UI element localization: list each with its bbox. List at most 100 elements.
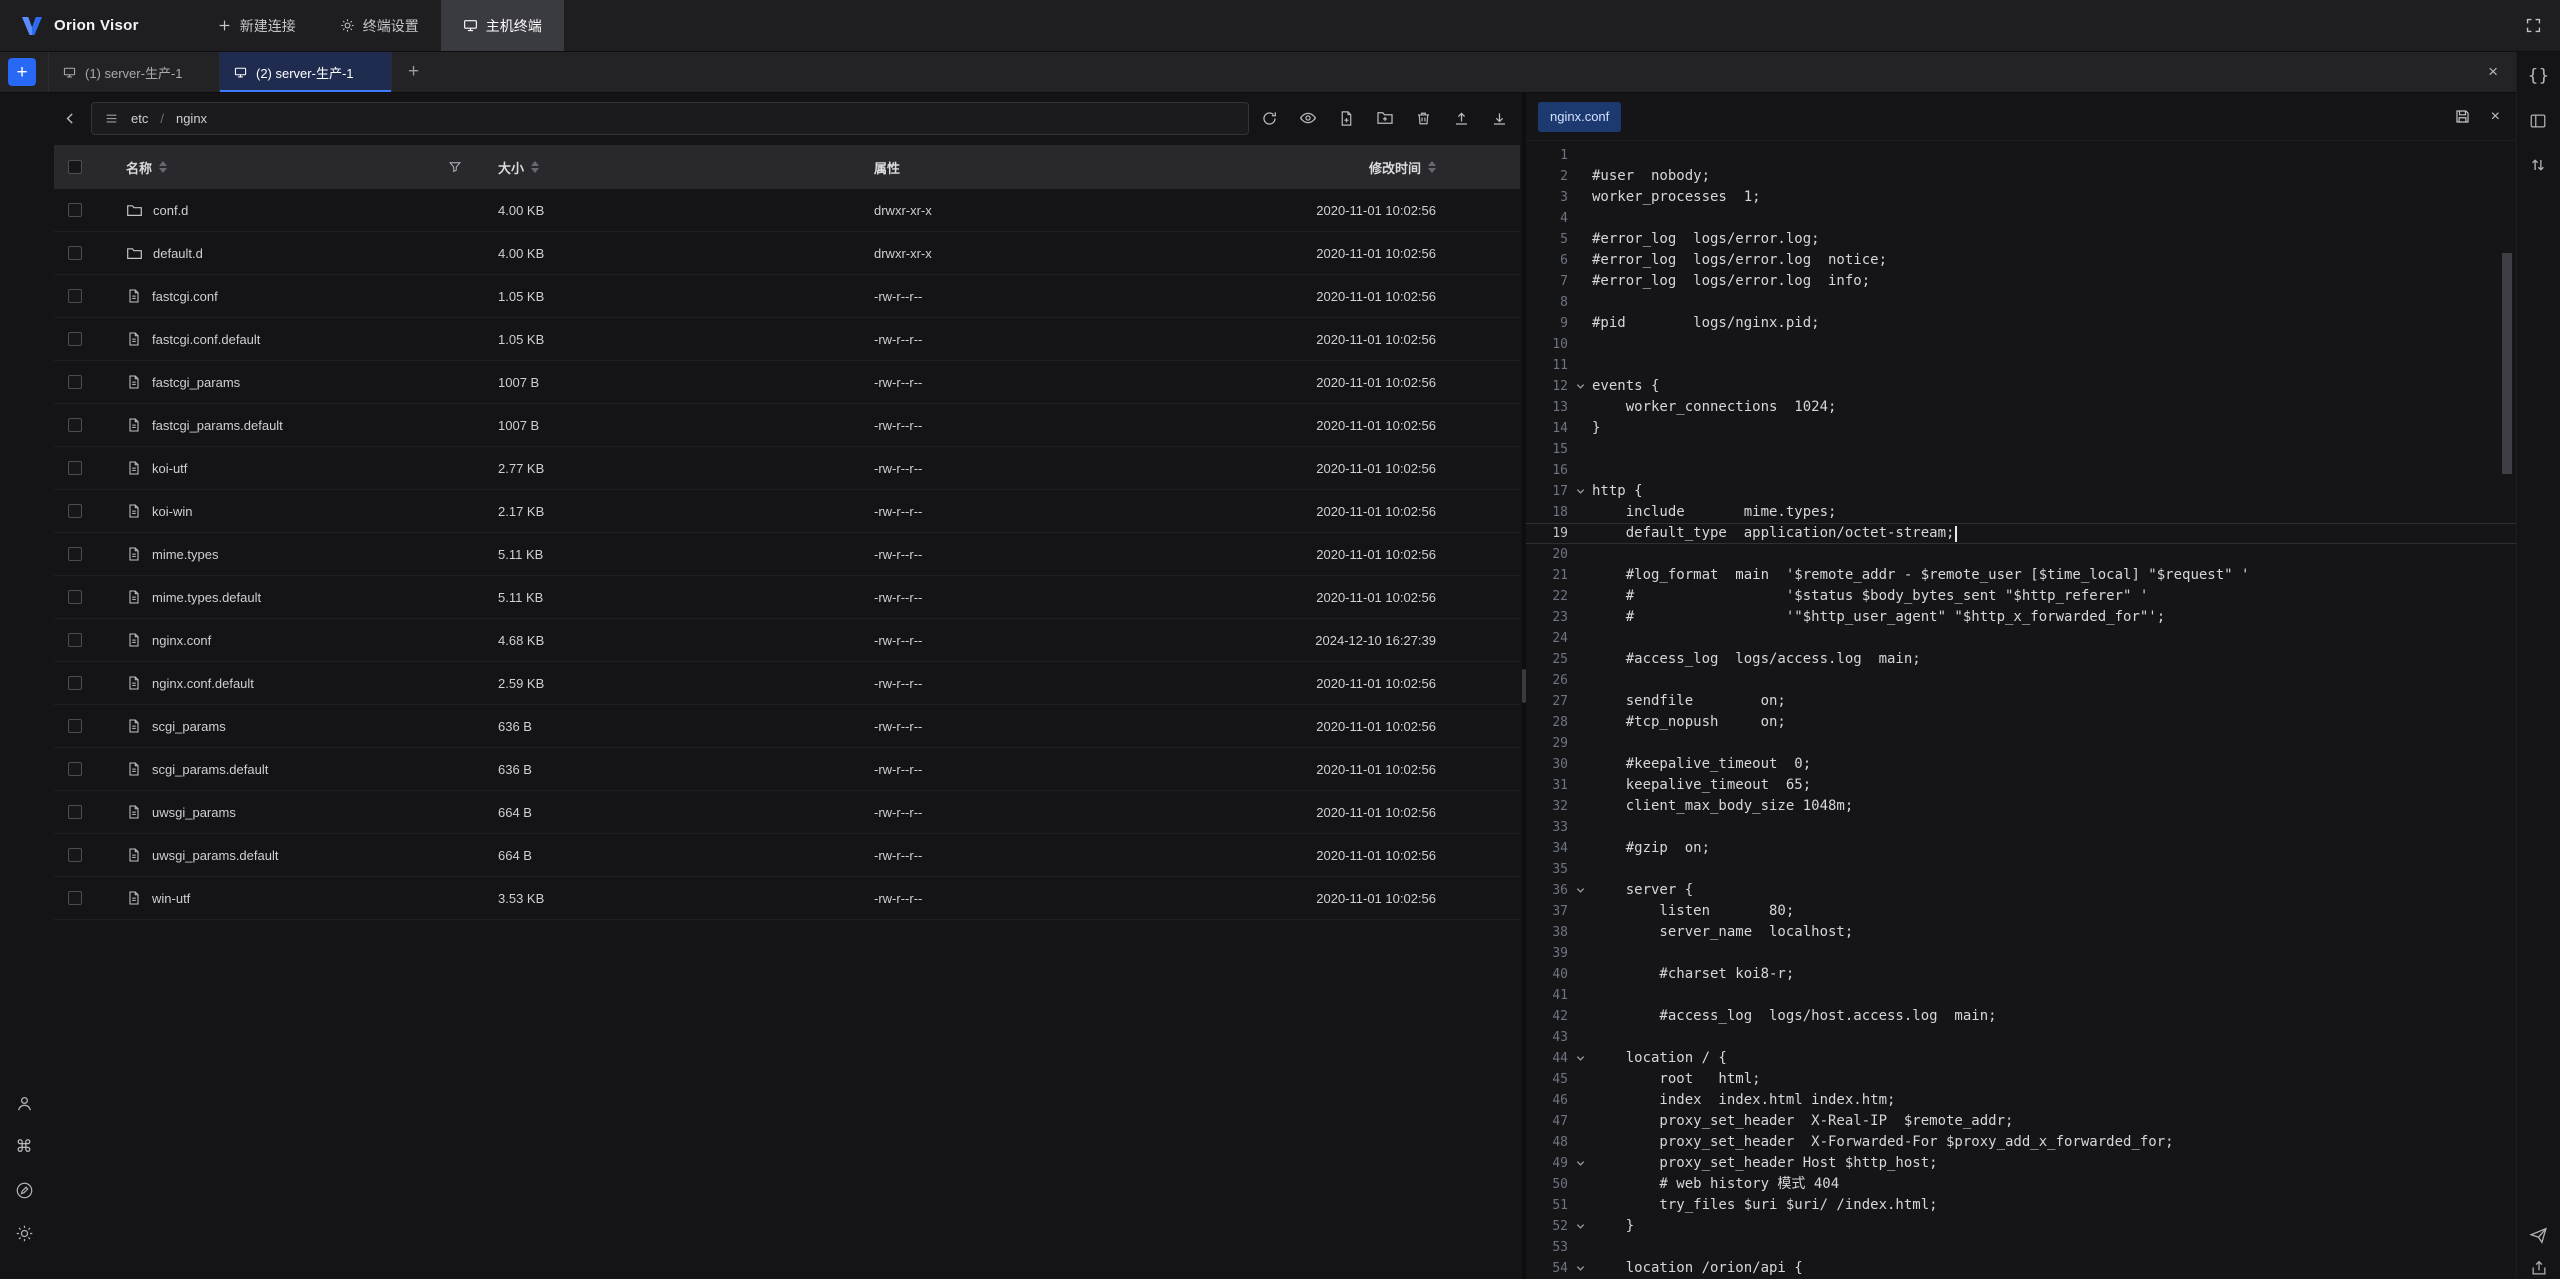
code-line-40[interactable]: 40 #charset koi8-r; bbox=[1526, 964, 2516, 985]
row-checkbox[interactable] bbox=[68, 547, 82, 561]
code-line-16[interactable]: 16 bbox=[1526, 460, 2516, 481]
file-row[interactable]: mime.types5.11 KB-rw-r--r--2020-11-01 10… bbox=[54, 533, 1520, 576]
file-name[interactable]: win-utf bbox=[152, 891, 190, 906]
file-name-cell[interactable]: scgi_params.default bbox=[96, 761, 488, 777]
code-line-7[interactable]: 7#error_log logs/error.log info; bbox=[1526, 271, 2516, 292]
code-line-30[interactable]: 30 #keepalive_timeout 0; bbox=[1526, 754, 2516, 775]
file-row[interactable]: scgi_params636 B-rw-r--r--2020-11-01 10:… bbox=[54, 705, 1520, 748]
code-line-51[interactable]: 51 try_files $uri $uri/ /index.html; bbox=[1526, 1195, 2516, 1216]
code-line-25[interactable]: 25 #access_log logs/access.log main; bbox=[1526, 649, 2516, 670]
breadcrumb-segment-etc[interactable]: etc bbox=[131, 111, 148, 126]
code-line-21[interactable]: 21 #log_format main '$remote_addr - $rem… bbox=[1526, 565, 2516, 586]
row-checkbox[interactable] bbox=[68, 375, 82, 389]
sort-icon[interactable] bbox=[159, 161, 167, 173]
file-name-cell[interactable]: conf.d bbox=[96, 202, 488, 219]
file-name[interactable]: fastcgi.conf bbox=[152, 289, 218, 304]
nav-item-terminal-settings[interactable]: 终端设置 bbox=[318, 0, 441, 51]
file-name[interactable]: scgi_params bbox=[152, 719, 226, 734]
code-line-43[interactable]: 43 bbox=[1526, 1027, 2516, 1048]
code-line-50[interactable]: 50 # web history 模式 404 bbox=[1526, 1174, 2516, 1195]
code-line-48[interactable]: 48 proxy_set_header X-Forwarded-For $pro… bbox=[1526, 1132, 2516, 1153]
code-line-52[interactable]: 52 } bbox=[1526, 1216, 2516, 1237]
code-line-41[interactable]: 41 bbox=[1526, 985, 2516, 1006]
file-name[interactable]: nginx.conf.default bbox=[152, 676, 254, 691]
transfer-list-button[interactable] bbox=[2529, 156, 2547, 174]
code-line-27[interactable]: 27 sendfile on; bbox=[1526, 691, 2516, 712]
file-name-cell[interactable]: fastcgi_params.default bbox=[96, 417, 488, 433]
file-row[interactable]: uwsgi_params664 B-rw-r--r--2020-11-01 10… bbox=[54, 791, 1520, 834]
nav-item-new-connection[interactable]: 新建连接 bbox=[195, 0, 318, 51]
code-line-33[interactable]: 33 bbox=[1526, 817, 2516, 838]
file-row[interactable]: fastcgi_params1007 B-rw-r--r--2020-11-01… bbox=[54, 361, 1520, 404]
code-line-1[interactable]: 1 bbox=[1526, 145, 2516, 166]
refresh-button[interactable] bbox=[1261, 110, 1278, 127]
file-name-cell[interactable]: uwsgi_params.default bbox=[96, 847, 488, 863]
row-checkbox[interactable] bbox=[68, 203, 82, 217]
file-row[interactable]: uwsgi_params.default664 B-rw-r--r--2020-… bbox=[54, 834, 1520, 877]
user-profile-button[interactable] bbox=[15, 1094, 34, 1113]
snippets-button[interactable]: {} bbox=[2528, 66, 2550, 86]
code-line-46[interactable]: 46 index index.html index.htm; bbox=[1526, 1090, 2516, 1111]
code-line-34[interactable]: 34 #gzip on; bbox=[1526, 838, 2516, 859]
path-breadcrumb[interactable]: etc / nginx bbox=[91, 102, 1249, 135]
upload-button[interactable] bbox=[1453, 110, 1470, 127]
sort-icon[interactable] bbox=[531, 161, 539, 173]
row-checkbox[interactable] bbox=[68, 762, 82, 776]
code-line-44[interactable]: 44 location / { bbox=[1526, 1048, 2516, 1069]
code-line-20[interactable]: 20 bbox=[1526, 544, 2516, 565]
code-line-5[interactable]: 5#error_log logs/error.log; bbox=[1526, 229, 2516, 250]
file-name[interactable]: default.d bbox=[153, 246, 203, 261]
row-checkbox[interactable] bbox=[68, 633, 82, 647]
back-button[interactable] bbox=[62, 110, 79, 127]
file-name-cell[interactable]: win-utf bbox=[96, 890, 488, 906]
column-header-size[interactable]: 大小 bbox=[488, 158, 864, 177]
breadcrumb-segment-nginx[interactable]: nginx bbox=[176, 111, 207, 126]
select-all-checkbox[interactable] bbox=[68, 160, 82, 174]
file-name[interactable]: fastcgi_params bbox=[152, 375, 240, 390]
row-checkbox[interactable] bbox=[68, 461, 82, 475]
fold-chevron-icon[interactable] bbox=[1568, 1053, 1592, 1064]
show-hidden-button[interactable] bbox=[1299, 109, 1317, 127]
download-button[interactable] bbox=[1491, 110, 1508, 127]
code-line-3[interactable]: 3worker_processes 1; bbox=[1526, 187, 2516, 208]
terminal-tab-1[interactable]: (1) server-生产-1 bbox=[48, 52, 220, 92]
code-line-38[interactable]: 38 server_name localhost; bbox=[1526, 922, 2516, 943]
export-button[interactable] bbox=[2530, 1259, 2548, 1277]
code-line-54[interactable]: 54 location /orion/api { bbox=[1526, 1258, 2516, 1279]
file-name[interactable]: mime.types bbox=[152, 547, 218, 562]
code-line-35[interactable]: 35 bbox=[1526, 859, 2516, 880]
column-header-name[interactable]: 名称 bbox=[96, 158, 488, 177]
row-checkbox[interactable] bbox=[68, 891, 82, 905]
row-checkbox[interactable] bbox=[68, 848, 82, 862]
file-row[interactable]: fastcgi.conf.default1.05 KB-rw-r--r--202… bbox=[54, 318, 1520, 361]
new-terminal-button[interactable]: + bbox=[8, 58, 36, 86]
delete-button[interactable] bbox=[1415, 110, 1432, 127]
code-line-10[interactable]: 10 bbox=[1526, 334, 2516, 355]
row-checkbox[interactable] bbox=[68, 504, 82, 518]
code-line-26[interactable]: 26 bbox=[1526, 670, 2516, 691]
code-line-11[interactable]: 11 bbox=[1526, 355, 2516, 376]
fold-chevron-icon[interactable] bbox=[1568, 486, 1592, 497]
column-header-modified[interactable]: 修改时间 bbox=[1288, 158, 1520, 177]
file-name[interactable]: koi-win bbox=[152, 504, 192, 519]
fold-chevron-icon[interactable] bbox=[1568, 1221, 1592, 1232]
code-line-49[interactable]: 49 proxy_set_header Host $http_host; bbox=[1526, 1153, 2516, 1174]
save-file-button[interactable] bbox=[2454, 108, 2471, 125]
file-row[interactable]: nginx.conf4.68 KB-rw-r--r--2024-12-10 16… bbox=[54, 619, 1520, 662]
file-row[interactable]: conf.d4.00 KBdrwxr-xr-x2020-11-01 10:02:… bbox=[54, 189, 1520, 232]
filter-button[interactable] bbox=[448, 160, 462, 174]
file-name-cell[interactable]: koi-win bbox=[96, 503, 488, 519]
file-name-cell[interactable]: nginx.conf bbox=[96, 632, 488, 648]
code-line-45[interactable]: 45 root html; bbox=[1526, 1069, 2516, 1090]
code-line-9[interactable]: 9#pid logs/nginx.pid; bbox=[1526, 313, 2516, 334]
appearance-button[interactable] bbox=[15, 1181, 34, 1200]
code-line-6[interactable]: 6#error_log logs/error.log notice; bbox=[1526, 250, 2516, 271]
file-name[interactable]: fastcgi.conf.default bbox=[152, 332, 260, 347]
file-row[interactable]: fastcgi_params.default1007 B-rw-r--r--20… bbox=[54, 404, 1520, 447]
file-name-cell[interactable]: default.d bbox=[96, 245, 488, 262]
file-row[interactable]: mime.types.default5.11 KB-rw-r--r--2020-… bbox=[54, 576, 1520, 619]
code-line-23[interactable]: 23 # '"$http_user_agent" "$http_x_forwar… bbox=[1526, 607, 2516, 628]
file-name-cell[interactable]: nginx.conf.default bbox=[96, 675, 488, 691]
code-line-39[interactable]: 39 bbox=[1526, 943, 2516, 964]
row-checkbox[interactable] bbox=[68, 590, 82, 604]
